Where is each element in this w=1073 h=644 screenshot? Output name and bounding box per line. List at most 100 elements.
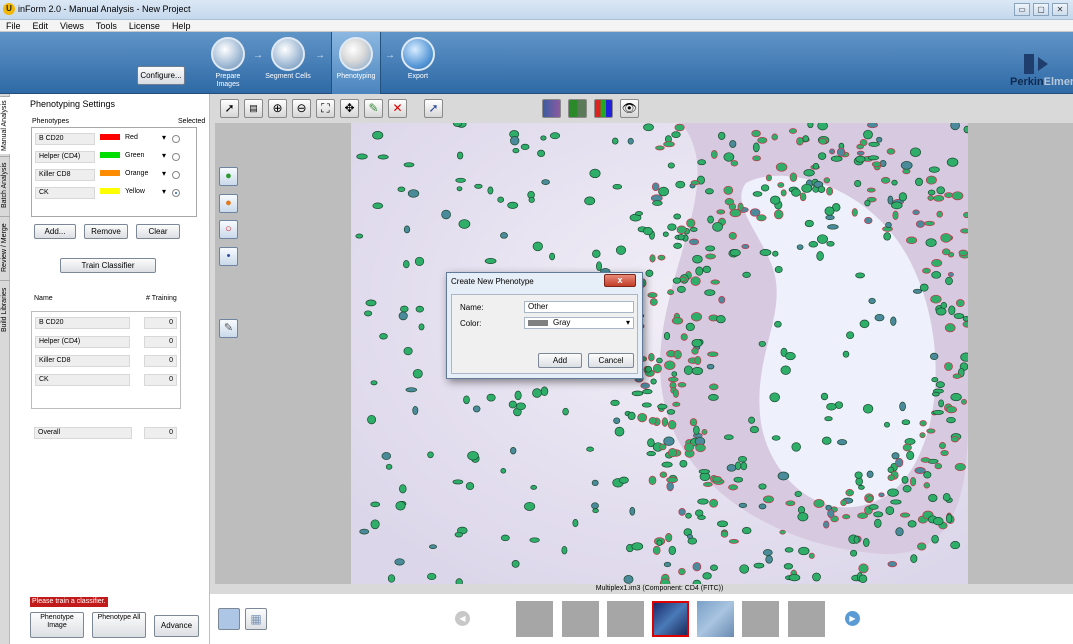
eye-icon[interactable]: 👁: [620, 99, 639, 118]
cell-mark: [910, 476, 917, 487]
cell-mark: [674, 123, 685, 132]
menu-license[interactable]: License: [123, 20, 166, 32]
cell-mark: [939, 442, 946, 450]
phenotype-selected-radio[interactable]: [172, 153, 180, 161]
chevron-down-icon[interactable]: ▾: [162, 169, 166, 178]
workflow-step-export[interactable]: Export: [395, 32, 441, 94]
dialog-add-button[interactable]: Add: [538, 353, 582, 368]
zoom-out-icon[interactable]: ⊖: [292, 99, 311, 118]
menu-edit[interactable]: Edit: [27, 20, 55, 32]
cell-mark: [710, 279, 720, 285]
phenotype-selected-radio[interactable]: [172, 189, 180, 197]
phenotype-image-button[interactable]: Phenotype Image: [30, 612, 84, 638]
grid-view-icon[interactable]: ▦: [245, 608, 267, 630]
phenotype-all-button[interactable]: Phenotype All: [92, 612, 146, 638]
pan-icon[interactable]: ✥: [340, 99, 359, 118]
thumbnail-selected[interactable]: [652, 601, 689, 637]
tab-build-libraries[interactable]: Build Libraries: [0, 280, 10, 338]
menu-views[interactable]: Views: [54, 20, 90, 32]
cell-mark: [773, 209, 784, 220]
green-cell-tool-icon[interactable]: ●: [219, 167, 238, 186]
cell-mark: [855, 272, 865, 279]
fit-icon[interactable]: ⛶: [316, 99, 335, 118]
tab-batch-analysis[interactable]: Batch Analysis: [0, 156, 10, 214]
cell-mark: [829, 148, 836, 155]
red-outline-tool-icon[interactable]: ○: [219, 220, 238, 239]
title-bar: U inForm 2.0 - Manual Analysis - New Pro…: [0, 0, 1073, 20]
phenotype-color-select[interactable]: Yellow: [100, 188, 145, 195]
minimize-button[interactable]: ▭: [1014, 3, 1030, 16]
add-phenotype-button[interactable]: Add...: [34, 224, 76, 239]
component-view-icon[interactable]: [568, 99, 587, 118]
dialog-cancel-button[interactable]: Cancel: [588, 353, 634, 368]
menu-tools[interactable]: Tools: [90, 20, 123, 32]
workflow-step-segment-cells[interactable]: Segment Cells: [265, 32, 311, 94]
thumbnail-empty[interactable]: [607, 601, 644, 637]
close-window-button[interactable]: ✕: [1052, 3, 1068, 16]
phenotype-color-select[interactable]: Green: [100, 152, 144, 159]
funnel-icon: [211, 37, 245, 71]
thumbnail-empty[interactable]: [788, 601, 825, 637]
thumbnail-image[interactable]: [697, 601, 734, 637]
composite-view-icon[interactable]: [542, 99, 561, 118]
cell-mark: [372, 131, 384, 140]
phenotype-color-select[interactable]: Orange: [100, 170, 148, 177]
select-region-icon[interactable]: ▤: [244, 99, 263, 118]
chevron-down-icon[interactable]: ▾: [162, 151, 166, 160]
orange-cell-tool-icon[interactable]: ●: [219, 194, 238, 213]
cell-mark: [591, 479, 599, 487]
cell-mark: [932, 409, 944, 415]
phenotype-color-select[interactable]: Red: [100, 134, 138, 141]
cell-mark: [381, 452, 392, 460]
thumbnail-empty[interactable]: [742, 601, 779, 637]
cell-mark: [648, 416, 657, 425]
edit-tool-icon[interactable]: ✎: [219, 319, 238, 338]
phenotype-name[interactable]: Killer CD8: [35, 169, 95, 181]
configure-button[interactable]: Configure...: [137, 66, 185, 85]
next-icon[interactable]: ▶: [845, 611, 860, 626]
menu-file[interactable]: File: [0, 20, 27, 32]
phenotype-name-input[interactable]: Other: [524, 301, 634, 313]
maximize-button[interactable]: ▢: [1033, 3, 1049, 16]
zoom-in-icon[interactable]: ⊕: [268, 99, 287, 118]
thumbnail-empty[interactable]: [562, 601, 599, 637]
remove-phenotype-button[interactable]: Remove: [84, 224, 128, 239]
phenotype-selected-radio[interactable]: [172, 135, 180, 143]
train-classifier-button[interactable]: Train Classifier: [60, 258, 156, 273]
tab-manual-analysis[interactable]: Manual Analysis: [0, 96, 10, 154]
thumbnail-empty[interactable]: [516, 601, 553, 637]
previous-icon[interactable]: ◀: [455, 611, 470, 626]
chevron-down-icon[interactable]: ▾: [162, 187, 166, 196]
tissue-image[interactable]: [351, 123, 968, 584]
rgb-view-icon[interactable]: [594, 99, 613, 118]
workflow-step-prepare-images[interactable]: Prepare Images: [205, 32, 251, 94]
phenotype-selected-radio[interactable]: [172, 171, 180, 179]
single-view-icon[interactable]: [218, 608, 240, 630]
side-tool-column: ● ● ○ • ✎: [215, 123, 245, 584]
cell-mark: [463, 395, 470, 405]
close-icon[interactable]: x: [604, 274, 636, 287]
cell-mark: [946, 157, 959, 167]
pick-cell-icon[interactable]: ➚: [424, 99, 443, 118]
phenotype-name[interactable]: B CD20: [35, 133, 95, 145]
clear-phenotypes-button[interactable]: Clear: [136, 224, 180, 239]
delete-icon[interactable]: ✕: [388, 99, 407, 118]
tab-review-merge[interactable]: Review / Merge: [0, 216, 10, 278]
side-tab-strip: Manual Analysis Batch Analysis Review / …: [0, 94, 10, 644]
cell-mark: [942, 493, 951, 502]
phenotype-name[interactable]: CK: [35, 187, 95, 199]
workflow-step-phenotyping[interactable]: Phenotyping: [331, 32, 381, 94]
blue-cell-tool-icon[interactable]: •: [219, 247, 238, 266]
cell-mark: [728, 484, 739, 491]
advance-button[interactable]: Advance: [154, 615, 199, 637]
chevron-down-icon[interactable]: ▾: [162, 133, 166, 142]
cell-mark: [524, 501, 536, 511]
cell-mark: [667, 223, 677, 231]
menu-help[interactable]: Help: [166, 20, 197, 32]
cell-mark: [777, 471, 790, 481]
pointer-icon[interactable]: ➚: [220, 99, 239, 118]
phenotype-color-select[interactable]: Gray ▾: [524, 317, 634, 329]
phenotype-name[interactable]: Helper (CD4): [35, 151, 95, 163]
draw-icon[interactable]: ✎: [364, 99, 383, 118]
cell-mark: [650, 378, 657, 385]
